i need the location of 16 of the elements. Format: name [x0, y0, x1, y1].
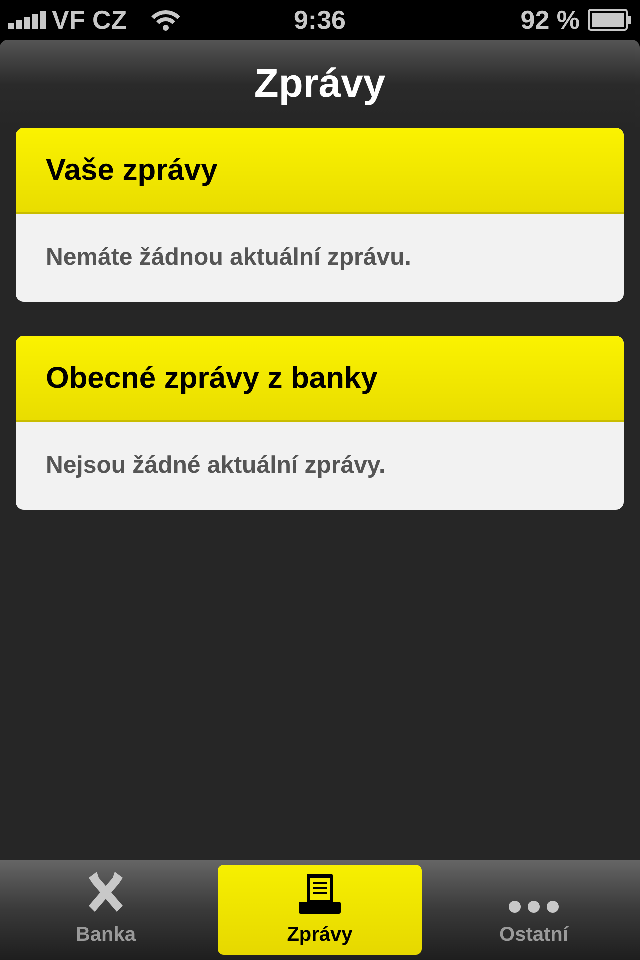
empty-message: Nemáte žádnou aktuální zprávu. [46, 243, 412, 273]
tab-button[interactable]: Ostatní [432, 865, 636, 955]
carrier-name: VF CZ [52, 4, 128, 36]
card-heading: Vaše zprávy [46, 152, 218, 188]
screen-title: Zprávy [254, 61, 386, 108]
signal-icon [8, 11, 48, 29]
empty-message: Nejsou žádné aktuální zprávy. [46, 451, 386, 481]
battery-icon [588, 9, 632, 31]
more-dots-icon [508, 900, 560, 914]
tab-button[interactable]: Banka [4, 865, 208, 955]
battery-percent: 92 % [520, 4, 580, 36]
wifi-icon [151, 9, 182, 31]
document-tray-icon [299, 874, 341, 914]
card-heading: Obecné zprávy z banky [46, 360, 378, 396]
clock-time: 9:36 [294, 4, 346, 36]
tab-button[interactable]: Zprávy [218, 865, 422, 955]
